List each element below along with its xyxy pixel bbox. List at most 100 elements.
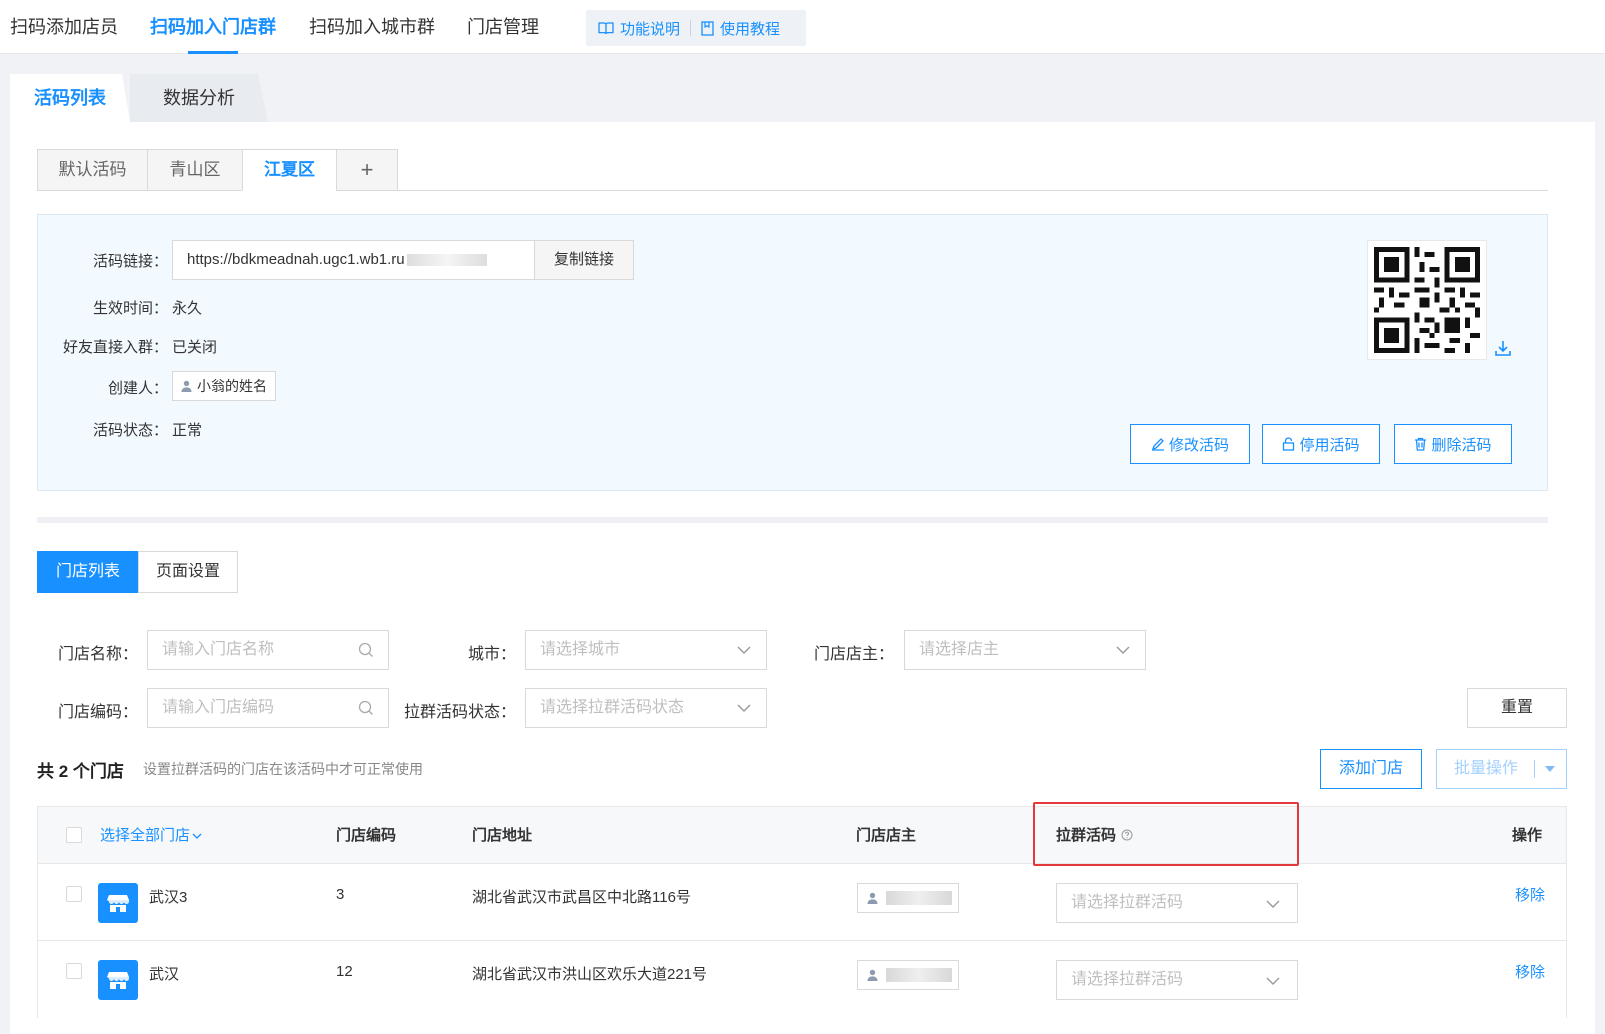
tab-code-list[interactable]: 活码列表 <box>10 74 130 122</box>
add-code-tab-button[interactable]: + <box>336 149 398 191</box>
disable-code-label: 停用活码 <box>1299 436 1360 454</box>
table-row: 武汉3 3 湖北省武汉市武昌区中北路116号 请选择拉群活码 移除 <box>38 864 1566 941</box>
code-status-label: 活码状态： <box>92 422 168 439</box>
reset-button[interactable]: 重置 <box>1467 688 1567 728</box>
store-code: 3 <box>336 886 345 903</box>
batch-divider <box>1534 760 1535 778</box>
top-navigation: 扫码添加店员 扫码加入门店群 扫码加入城市群 门店管理 功能说明 使用教程 <box>0 0 1605 54</box>
store-name: 武汉3 <box>149 889 188 906</box>
store-code-field[interactable] <box>147 688 389 728</box>
chevron-down-icon <box>737 704 751 712</box>
code-link-value: https://bdkmeadnah.ugc1.wb1.ru <box>187 251 405 268</box>
remove-store-link[interactable]: 移除 <box>1515 884 1545 905</box>
tab-store-list[interactable]: 门店列表 <box>37 551 139 593</box>
tab-data-analysis[interactable]: 数据分析 <box>130 74 268 122</box>
effective-time-label: 生效时间： <box>92 300 168 317</box>
link-label: 活码链接： <box>92 253 168 270</box>
friend-join-label: 好友直接入群： <box>62 339 168 356</box>
chevron-down-icon <box>737 646 751 654</box>
creator-tag: 小翁的姓名 <box>172 371 276 401</box>
group-status-select[interactable]: 请选择拉群活码状态 <box>525 688 767 728</box>
header-actions: 操作 <box>1512 827 1543 844</box>
store-name-input[interactable] <box>148 631 388 669</box>
table-row: 武汉 12 湖北省武汉市洪山区欢乐大道221号 请选择拉群活码 移除 <box>38 941 1566 1018</box>
edit-code-label: 修改活码 <box>1168 436 1229 454</box>
group-code-select[interactable]: 请选择拉群活码 <box>1056 960 1298 1000</box>
store-address: 湖北省武汉市洪山区欢乐大道221号 <box>472 966 708 983</box>
tab-page-settings[interactable]: 页面设置 <box>138 551 238 593</box>
store-icon <box>98 883 138 923</box>
city-select[interactable]: 请选择城市 <box>525 630 767 670</box>
batch-operation-button[interactable]: 批量操作 <box>1436 749 1567 789</box>
code-link-field[interactable]: https://bdkmeadnah.ugc1.wb1.ru <box>172 240 535 280</box>
add-store-button[interactable]: 添加门店 <box>1320 749 1422 789</box>
store-count-hint: 设置拉群活码的门店在该活码中才可正常使用 <box>143 761 423 777</box>
download-qr-icon[interactable] <box>1494 339 1512 357</box>
store-address: 湖北省武汉市武昌区中北路116号 <box>472 889 691 906</box>
user-icon <box>181 380 192 392</box>
nav-scan-add-staff[interactable]: 扫码添加店员 <box>10 0 118 54</box>
nav-scan-join-city-group[interactable]: 扫码加入城市群 <box>309 0 435 54</box>
delete-code-button[interactable]: 删除活码 <box>1394 424 1512 464</box>
disable-code-button[interactable]: 停用活码 <box>1262 424 1380 464</box>
select-all-stores-dropdown[interactable]: 选择全部门店 <box>100 807 202 864</box>
store-owner-tag <box>857 883 959 913</box>
owner-name-blurred <box>886 968 952 982</box>
owner-select[interactable]: 请选择店主 <box>904 630 1146 670</box>
code-tab-qingshan[interactable]: 青山区 <box>147 149 243 191</box>
chevron-down-icon <box>192 833 202 839</box>
section-divider <box>37 517 1548 523</box>
store-code-label: 门店编码： <box>57 704 138 721</box>
row-checkbox[interactable] <box>66 886 82 902</box>
header-group-code: 拉群活码 <box>1056 807 1133 864</box>
edit-code-button[interactable]: 修改活码 <box>1130 424 1250 464</box>
creator-label: 创建人： <box>107 380 168 397</box>
search-icon <box>358 642 373 657</box>
delete-code-label: 删除活码 <box>1431 436 1492 454</box>
function-description-link[interactable]: 功能说明 <box>598 18 680 39</box>
chevron-down-icon <box>1266 900 1280 908</box>
code-tab-jiangxia[interactable]: 江夏区 <box>242 149 337 191</box>
chevron-down-icon <box>1116 646 1130 654</box>
tutorial-link[interactable]: 使用教程 <box>701 18 780 39</box>
header-store-code: 门店编码 <box>336 827 397 844</box>
batch-operation-label: 批量操作 <box>1454 760 1519 777</box>
effective-time-value: 永久 <box>172 300 203 317</box>
owner-name-blurred <box>886 891 952 905</box>
group-status-placeholder: 请选择拉群活码状态 <box>540 699 685 716</box>
caret-down-icon[interactable] <box>1545 766 1555 772</box>
nav-scan-join-store-group[interactable]: 扫码加入门店群 <box>150 0 276 54</box>
search-icon <box>358 700 373 715</box>
group-status-label: 拉群活码状态： <box>403 704 516 721</box>
store-code: 12 <box>336 963 353 980</box>
copy-link-button[interactable]: 复制链接 <box>534 240 634 280</box>
select-all-checkbox[interactable] <box>66 827 82 843</box>
user-icon <box>867 892 878 904</box>
store-code-input[interactable] <box>148 689 388 727</box>
help-divider <box>690 20 692 36</box>
creator-name: 小翁的姓名 <box>197 378 267 394</box>
book-icon <box>598 22 614 35</box>
select-all-label: 选择全部门店 <box>100 827 191 844</box>
friend-join-value: 已关闭 <box>172 339 218 356</box>
owner-label: 门店店主： <box>813 646 894 663</box>
nav-store-management[interactable]: 门店管理 <box>467 0 539 54</box>
remove-store-link[interactable]: 移除 <box>1515 961 1545 982</box>
store-name-field[interactable] <box>147 630 389 670</box>
trash-icon <box>1415 437 1427 451</box>
store-table: 选择全部门店 门店编码 门店地址 门店店主 拉群活码 操作 武汉3 3 湖北省武… <box>37 806 1567 1018</box>
row-checkbox[interactable] <box>66 963 82 979</box>
tutorial-label: 使用教程 <box>720 20 781 38</box>
unlock-icon <box>1283 437 1295 451</box>
code-tabs: 默认活码 青山区 江夏区 + <box>37 149 398 191</box>
code-status-value: 正常 <box>172 422 203 439</box>
group-code-select[interactable]: 请选择拉群活码 <box>1056 883 1298 923</box>
shop-icon <box>107 895 129 912</box>
help-circle-icon[interactable] <box>1121 829 1133 841</box>
city-label: 城市： <box>467 646 516 663</box>
header-store-address: 门店地址 <box>472 827 533 844</box>
store-name-label: 门店名称： <box>57 646 138 663</box>
owner-select-placeholder: 请选择店主 <box>919 641 1000 658</box>
code-tab-default[interactable]: 默认活码 <box>37 149 148 191</box>
city-select-placeholder: 请选择城市 <box>540 641 621 658</box>
